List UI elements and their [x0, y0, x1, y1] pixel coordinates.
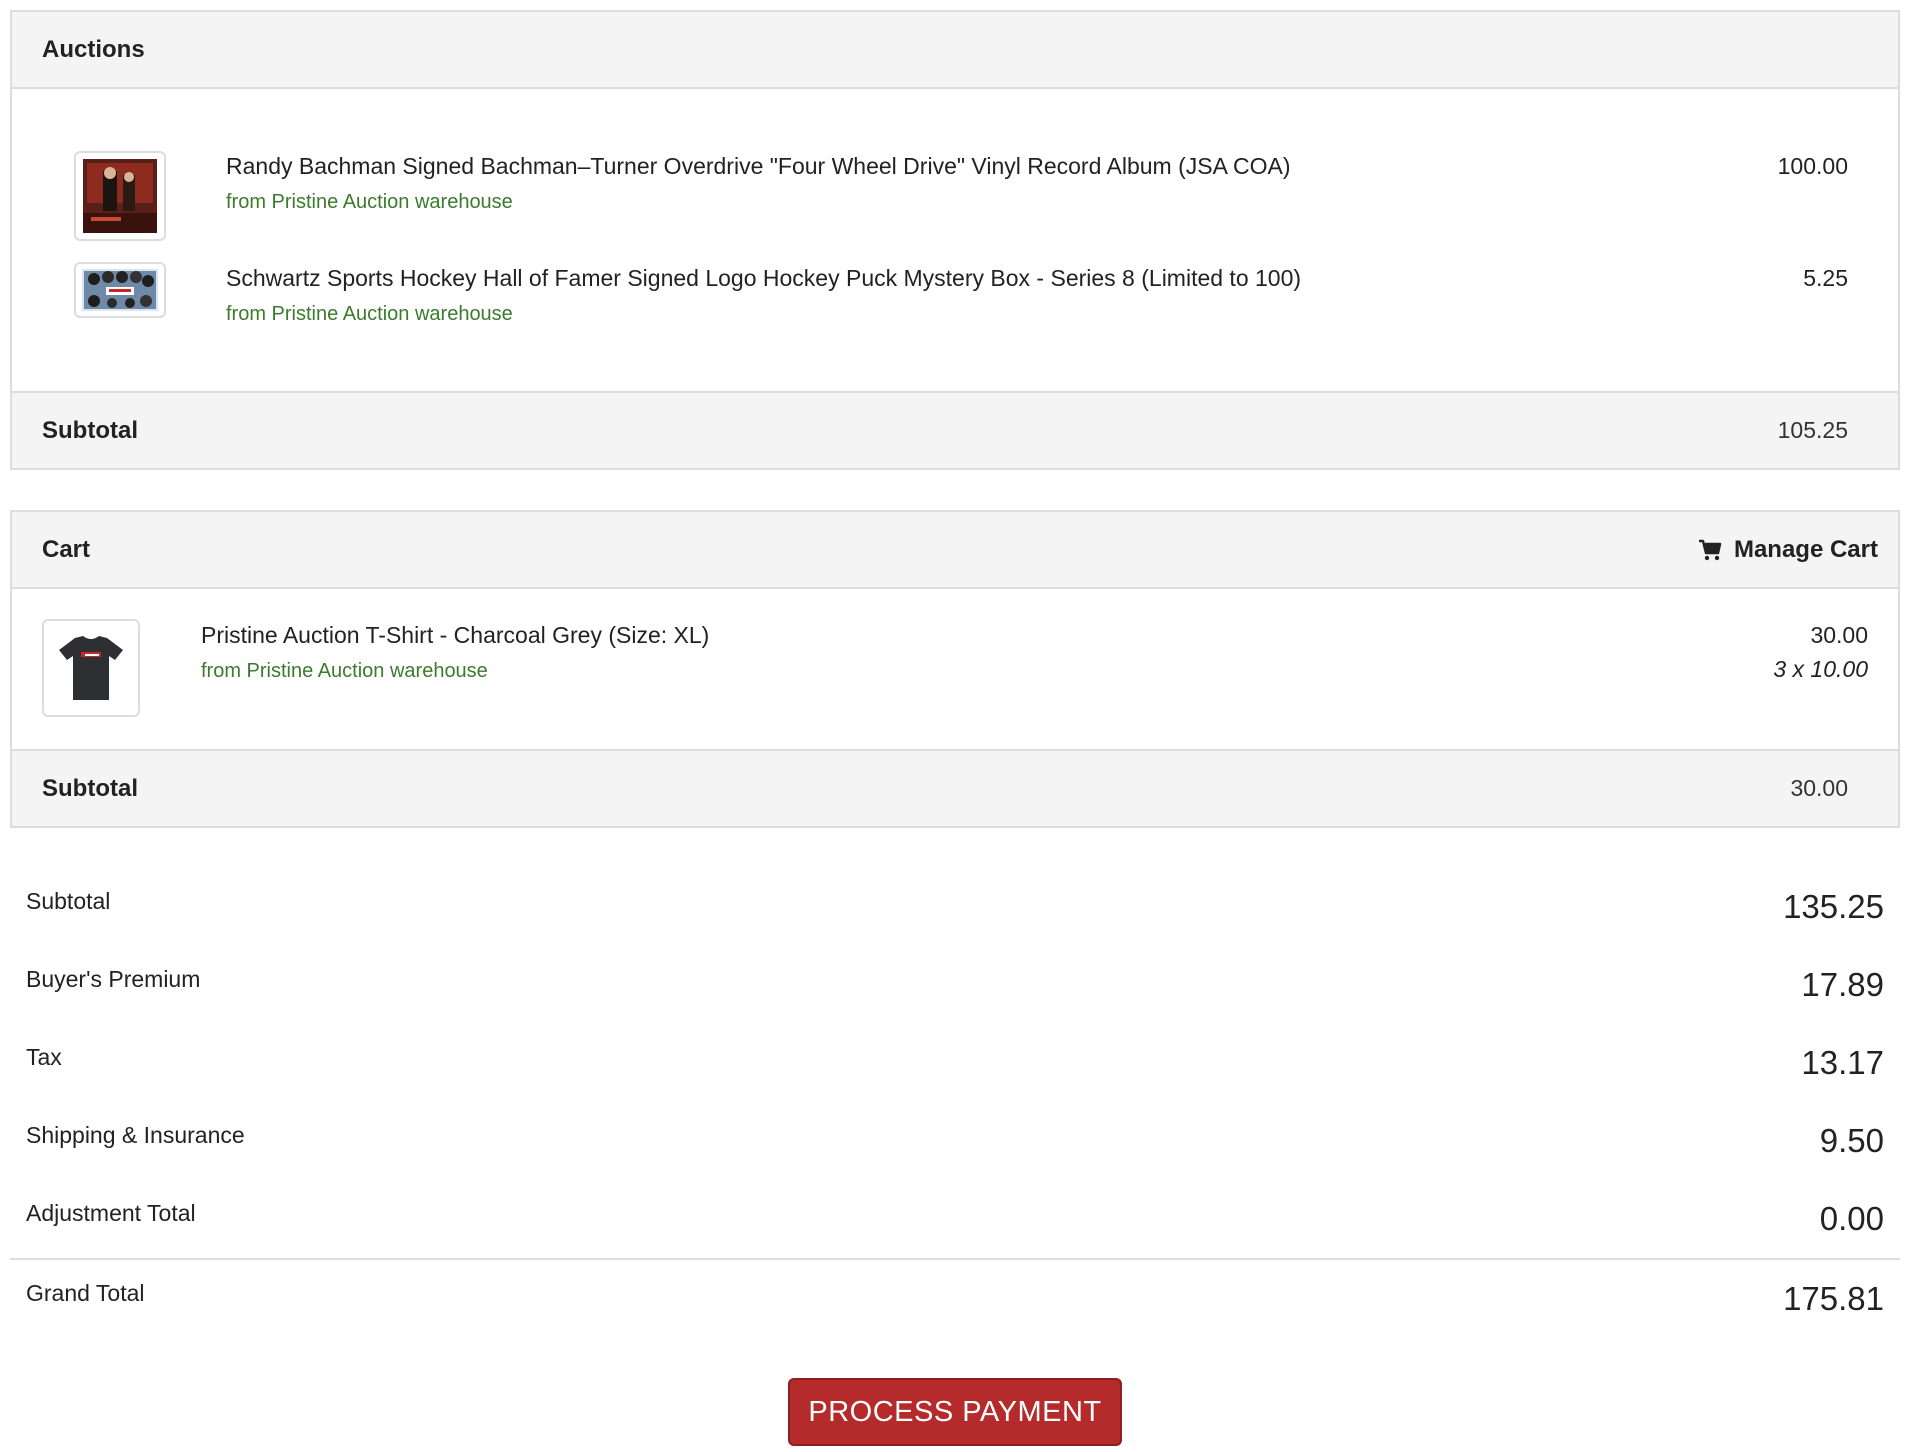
totals-adjustment-value: 0.00: [1819, 1200, 1884, 1237]
auctions-header: Auctions: [12, 12, 1898, 89]
totals-subtotal-label: Subtotal: [26, 888, 111, 914]
totals-tax-row: Tax 13.17: [10, 1042, 1900, 1082]
totals-tax-label: Tax: [26, 1044, 62, 1070]
auction-item-title[interactable]: Schwartz Sports Hockey Hall of Famer Sig…: [226, 265, 1301, 292]
totals-shipping-value: 9.50: [1819, 1122, 1884, 1159]
auctions-subtotal-label: Subtotal: [42, 416, 138, 444]
totals-adjustment-row: Adjustment Total 0.00: [10, 1198, 1900, 1238]
auctions-panel: Auctions Randy Bachman Signed Bachman–Tu…: [10, 10, 1900, 470]
hockey-puck-box-thumbnail[interactable]: [74, 262, 166, 318]
cart-item-quantity: 3 x 10.00: [1773, 656, 1868, 682]
totals-shipping-row: Shipping & Insurance 9.50: [10, 1120, 1900, 1160]
totals-divider: [10, 1258, 1900, 1260]
auction-item: Randy Bachman Signed Bachman–Turner Over…: [12, 89, 1898, 241]
totals-shipping-label: Shipping & Insurance: [26, 1122, 245, 1148]
auction-item-source: from Pristine Auction warehouse: [226, 303, 513, 325]
process-payment-button[interactable]: PROCESS PAYMENT: [788, 1378, 1122, 1446]
tshirt-image: [59, 636, 123, 700]
auction-item-price: 5.25: [1803, 265, 1848, 291]
totals-premium-label: Buyer's Premium: [26, 966, 201, 992]
totals-grand-value: 175.81: [1783, 1280, 1884, 1317]
cart-subtotal-label: Subtotal: [42, 774, 138, 802]
cart-title: Cart: [42, 535, 91, 563]
cart-icon: [1698, 539, 1722, 560]
auction-item: Schwartz Sports Hockey Hall of Famer Sig…: [12, 199, 1898, 325]
auction-item-price: 100.00: [1777, 153, 1848, 179]
auctions-subtotal-value: 105.25: [1777, 417, 1848, 443]
cart-item-source: from Pristine Auction warehouse: [201, 660, 488, 682]
auctions-subtotal-row: Subtotal 105.25: [12, 391, 1898, 468]
totals-grand-label: Grand Total: [26, 1280, 145, 1306]
cart-item: Pristine Auction T-Shirt - Charcoal Grey…: [12, 589, 1898, 749]
hockey-puck-box-image: [82, 269, 158, 311]
auction-item-title[interactable]: Randy Bachman Signed Bachman–Turner Over…: [226, 153, 1291, 180]
totals-grand-row: Grand Total 175.81: [10, 1278, 1900, 1318]
totals-adjustment-label: Adjustment Total: [26, 1200, 196, 1226]
cart-subtotal-row: Subtotal 30.00: [12, 749, 1898, 826]
cart-item-price: 30.00: [1810, 622, 1868, 648]
totals-premium-row: Buyer's Premium 17.89: [10, 964, 1900, 1004]
auctions-title: Auctions: [42, 35, 145, 63]
totals-subtotal-row: Subtotal 135.25: [10, 886, 1900, 926]
totals-subtotal-value: 135.25: [1783, 888, 1884, 925]
cart-panel: Cart Manage Cart Pristine Auction T-Shir…: [10, 510, 1900, 828]
totals-tax-value: 13.17: [1801, 1044, 1884, 1081]
manage-cart-link[interactable]: Manage Cart: [1698, 536, 1878, 564]
cart-subtotal-value: 30.00: [1790, 775, 1848, 801]
tshirt-thumbnail[interactable]: [42, 619, 140, 717]
cart-item-title[interactable]: Pristine Auction T-Shirt - Charcoal Grey…: [201, 622, 709, 649]
manage-cart-label[interactable]: Manage Cart: [1734, 536, 1878, 564]
totals-premium-value: 17.89: [1801, 966, 1884, 1003]
cart-header: Cart Manage Cart: [12, 512, 1898, 589]
